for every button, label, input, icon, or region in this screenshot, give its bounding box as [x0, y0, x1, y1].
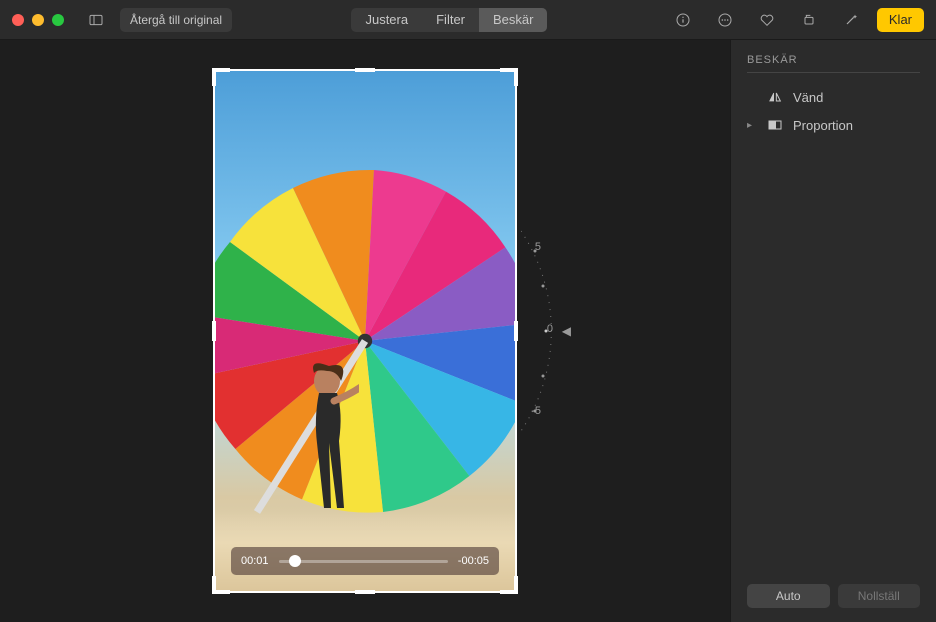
auto-crop-button[interactable]: Auto: [747, 584, 830, 608]
crop-handle-bottom[interactable]: [355, 590, 375, 594]
crop-sidebar: BESKÄR Vänd ▸ Proportion Auto Nollställ: [730, 40, 936, 622]
time-remaining: -00:05: [458, 555, 489, 567]
info-icon: [675, 12, 691, 28]
timeline-thumb[interactable]: [289, 555, 301, 567]
rotate-button[interactable]: [793, 8, 825, 32]
crop-handle-bottom-right[interactable]: [500, 576, 518, 594]
dial-tick-zero: 0: [547, 323, 553, 335]
info-button[interactable]: [667, 8, 699, 32]
tab-crop[interactable]: Beskär: [479, 8, 547, 32]
chevron-right-icon: ▸: [747, 120, 757, 131]
more-button[interactable]: [709, 8, 741, 32]
crop-handle-top-right[interactable]: [500, 68, 518, 86]
tab-filter[interactable]: Filter: [422, 8, 479, 32]
straighten-dial[interactable]: 5 0 -5 ◀: [521, 221, 561, 441]
dial-tick-minus5: -5: [531, 405, 541, 417]
aspect-icon: [767, 117, 783, 133]
tab-adjust[interactable]: Justera: [351, 8, 422, 32]
crop-handle-bottom-left[interactable]: [212, 576, 230, 594]
flip-icon: [767, 89, 783, 105]
aspect-row[interactable]: ▸ Proportion: [747, 111, 920, 139]
crop-handle-right[interactable]: [514, 321, 518, 341]
wand-icon: [843, 12, 859, 28]
canvas-area: 00:01 -00:05: [0, 40, 730, 622]
flip-row[interactable]: Vänd: [747, 83, 920, 111]
person-illustration: [299, 363, 359, 513]
sidebar-icon: [88, 12, 104, 28]
done-button[interactable]: Klar: [877, 8, 924, 32]
titlebar: Återgå till original Justera Filter Besk…: [0, 0, 936, 40]
reset-crop-button[interactable]: Nollställ: [838, 584, 921, 608]
photo-preview: 00:01 -00:05: [215, 71, 515, 591]
edit-mode-tabs: Justera Filter Beskär: [351, 8, 547, 32]
dial-arc: [521, 221, 561, 441]
crop-handle-top-left[interactable]: [212, 68, 230, 86]
auto-enhance-button[interactable]: [835, 8, 867, 32]
sidebar-toggle-button[interactable]: [80, 8, 112, 32]
aspect-label: Proportion: [793, 118, 853, 133]
flip-label: Vänd: [793, 90, 823, 105]
crop-frame[interactable]: 00:01 -00:05: [215, 71, 515, 591]
crop-handle-left[interactable]: [212, 321, 216, 341]
close-window-button[interactable]: [12, 14, 24, 26]
sidebar-title: BESKÄR: [747, 54, 920, 73]
time-current: 00:01: [241, 555, 269, 567]
heart-icon: [759, 12, 775, 28]
favorite-button[interactable]: [751, 8, 783, 32]
timeline-track[interactable]: [279, 560, 448, 563]
video-timeline[interactable]: 00:01 -00:05: [231, 547, 499, 575]
dial-pointer-icon: ◀: [562, 324, 571, 338]
minimize-window-button[interactable]: [32, 14, 44, 26]
umbrella-illustration: [215, 161, 515, 521]
revert-button[interactable]: Återgå till original: [120, 8, 232, 32]
window-controls: [12, 14, 64, 26]
dial-tick-plus5: 5: [535, 241, 541, 253]
more-icon: [717, 12, 733, 28]
rotate-icon: [801, 12, 817, 28]
fullscreen-window-button[interactable]: [52, 14, 64, 26]
crop-handle-top[interactable]: [355, 68, 375, 72]
